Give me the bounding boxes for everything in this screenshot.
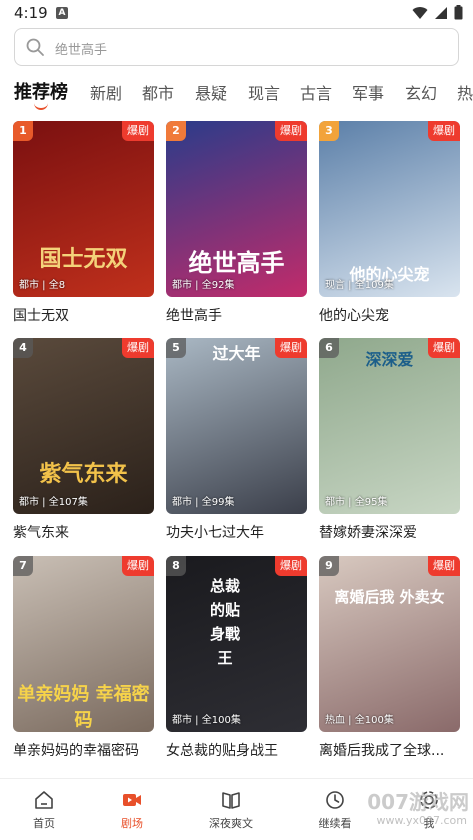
drama-meta: 都市 | 全92集	[172, 280, 235, 291]
nav-home[interactable]: 首页	[14, 789, 74, 831]
hot-badge: 爆剧	[275, 338, 307, 358]
rank-badge: 2	[166, 121, 186, 141]
rank-badge: 8	[166, 556, 186, 576]
poster-title-art: 单亲妈妈 幸福密码	[17, 684, 150, 731]
drama-poster[interactable]: 过大年 5 爆剧 都市 | 全99集	[166, 338, 307, 514]
book-icon	[222, 792, 240, 809]
drama-meta: 现言 | 全109集	[325, 280, 394, 291]
rank-badge: 6	[319, 338, 339, 358]
watermark-logo: 007游戏网	[367, 790, 469, 814]
hot-badge: 爆剧	[122, 556, 154, 576]
hot-badge: 爆剧	[428, 556, 460, 576]
drama-poster[interactable]: 深深爱 6 爆剧 都市 | 全95集	[319, 338, 460, 514]
rank-badge: 1	[13, 121, 33, 141]
theater-icon	[123, 794, 141, 806]
hot-badge: 爆剧	[428, 338, 460, 358]
hot-badge: 爆剧	[122, 338, 154, 358]
poster-title-art: 紫气东来	[39, 461, 128, 487]
nav-label: 剧场	[121, 817, 143, 830]
drama-title[interactable]: 紫气东来	[13, 522, 173, 542]
drama-title[interactable]: 替嫁娇妻深深爱	[319, 522, 473, 542]
drama-meta: 都市 | 全99集	[172, 497, 235, 508]
drama-meta: 都市 | 全100集	[172, 715, 241, 726]
hot-badge: 爆剧	[428, 121, 460, 141]
drama-poster[interactable]: 绝世高手 2 爆剧 都市 | 全92集	[166, 121, 307, 297]
poster-title-art: 离婚后我 外卖女	[334, 588, 445, 606]
nav-label: 首页	[33, 817, 55, 830]
drama-title[interactable]: 他的心尖宠	[319, 305, 473, 325]
nav-continue[interactable]: 继续看	[305, 789, 365, 831]
hot-badge: 爆剧	[122, 121, 154, 141]
drama-poster[interactable]: 离婚后我 外卖女 9 爆剧 热血 | 全100集	[319, 556, 460, 732]
nav-label: 深夜爽文	[209, 817, 253, 830]
drama-title[interactable]: 离婚后我成了全球...	[319, 740, 473, 760]
drama-poster[interactable]: 国士无双 1 爆剧 都市 | 全8	[13, 121, 154, 297]
home-icon	[35, 791, 53, 809]
rank-badge: 5	[166, 338, 186, 358]
hot-badge: 爆剧	[275, 556, 307, 576]
nav-label: 继续看	[318, 817, 352, 830]
hot-badge: 爆剧	[275, 121, 307, 141]
drama-meta: 都市 | 全95集	[325, 497, 388, 508]
clock-icon	[326, 791, 344, 809]
drama-poster[interactable]: 他的心尖宠 3 爆剧 现言 | 全109集	[319, 121, 460, 297]
poster-title-art: 绝世高手	[188, 248, 285, 277]
drama-poster[interactable]: 紫气东来 4 爆剧 都市 | 全107集	[13, 338, 154, 514]
drama-meta: 热血 | 全100集	[325, 715, 394, 726]
rank-badge: 9	[319, 556, 339, 576]
drama-title[interactable]: 单亲妈妈的幸福密码	[13, 740, 173, 760]
poster-title-art: 总裁的贴身戰王	[210, 577, 241, 667]
drama-meta: 都市 | 全8	[19, 280, 66, 291]
poster-title-art: 国士无双	[39, 246, 128, 272]
drama-meta: 都市 | 全107集	[19, 497, 88, 508]
nav-late-night[interactable]: 深夜爽文	[201, 789, 261, 831]
drama-poster[interactable]: 单亲妈妈 幸福密码 7 爆剧	[13, 556, 154, 732]
rank-badge: 3	[319, 121, 339, 141]
drama-title[interactable]: 功夫小七过大年	[166, 522, 326, 542]
drama-title[interactable]: 女总裁的贴身战王	[166, 740, 326, 760]
drama-title[interactable]: 绝世高手	[166, 305, 326, 325]
drama-poster[interactable]: 总裁的贴身戰王 8 爆剧 都市 | 全100集	[166, 556, 307, 732]
drama-title[interactable]: 国士无双	[13, 305, 173, 325]
rank-badge: 4	[13, 338, 33, 358]
rank-badge: 7	[13, 556, 33, 576]
drama-grid: 国士无双 1 爆剧 都市 | 全8 国士无双 绝世高手 2 爆剧 都市 | 全9…	[0, 0, 473, 780]
watermark-url: www.yx007.com	[376, 814, 467, 827]
nav-theater[interactable]: 剧场	[102, 789, 162, 831]
